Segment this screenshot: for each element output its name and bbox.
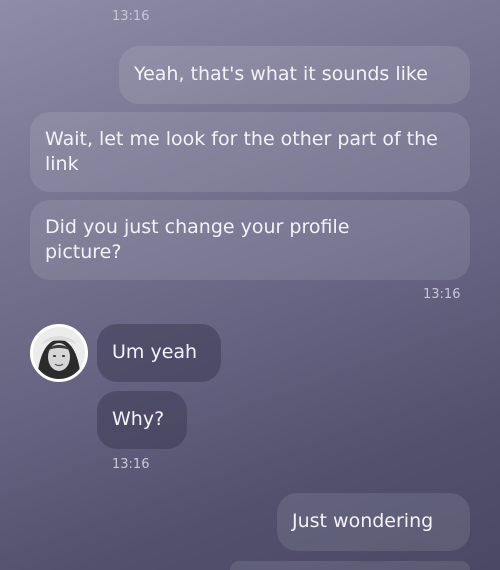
message-text: Wait, let me look for the other part of … [45, 128, 438, 175]
message-bubble-outgoing[interactable]: Just wondering [277, 493, 470, 551]
message-text: Just wondering [292, 510, 434, 532]
message-timestamp: 13:16 [112, 457, 150, 472]
profile-photo-avatar-icon [33, 327, 85, 379]
message-bubble-incoming[interactable]: Um yeah [97, 324, 221, 382]
message-bubble-outgoing[interactable]: Did you just change your profile picture… [30, 200, 470, 280]
message-bubble-partial-bottom[interactable] [230, 561, 470, 570]
message-timestamp: 13:16 [112, 9, 150, 24]
contact-avatar[interactable] [30, 324, 88, 382]
message-bubble-incoming[interactable]: Why? [97, 391, 187, 449]
message-text: Um yeah [112, 341, 198, 363]
message-timestamp: 13:16 [423, 287, 461, 302]
message-bubble-outgoing[interactable]: Wait, let me look for the other part of … [30, 112, 470, 192]
chat-area: 13:16 Yeah, that's what it sounds like W… [0, 0, 500, 570]
message-text: Yeah, that's what it sounds like [134, 63, 428, 85]
message-bubble-outgoing[interactable]: Yeah, that's what it sounds like [119, 46, 470, 104]
message-text: Why? [112, 408, 165, 430]
message-text: Did you just change your profile picture… [45, 216, 350, 263]
